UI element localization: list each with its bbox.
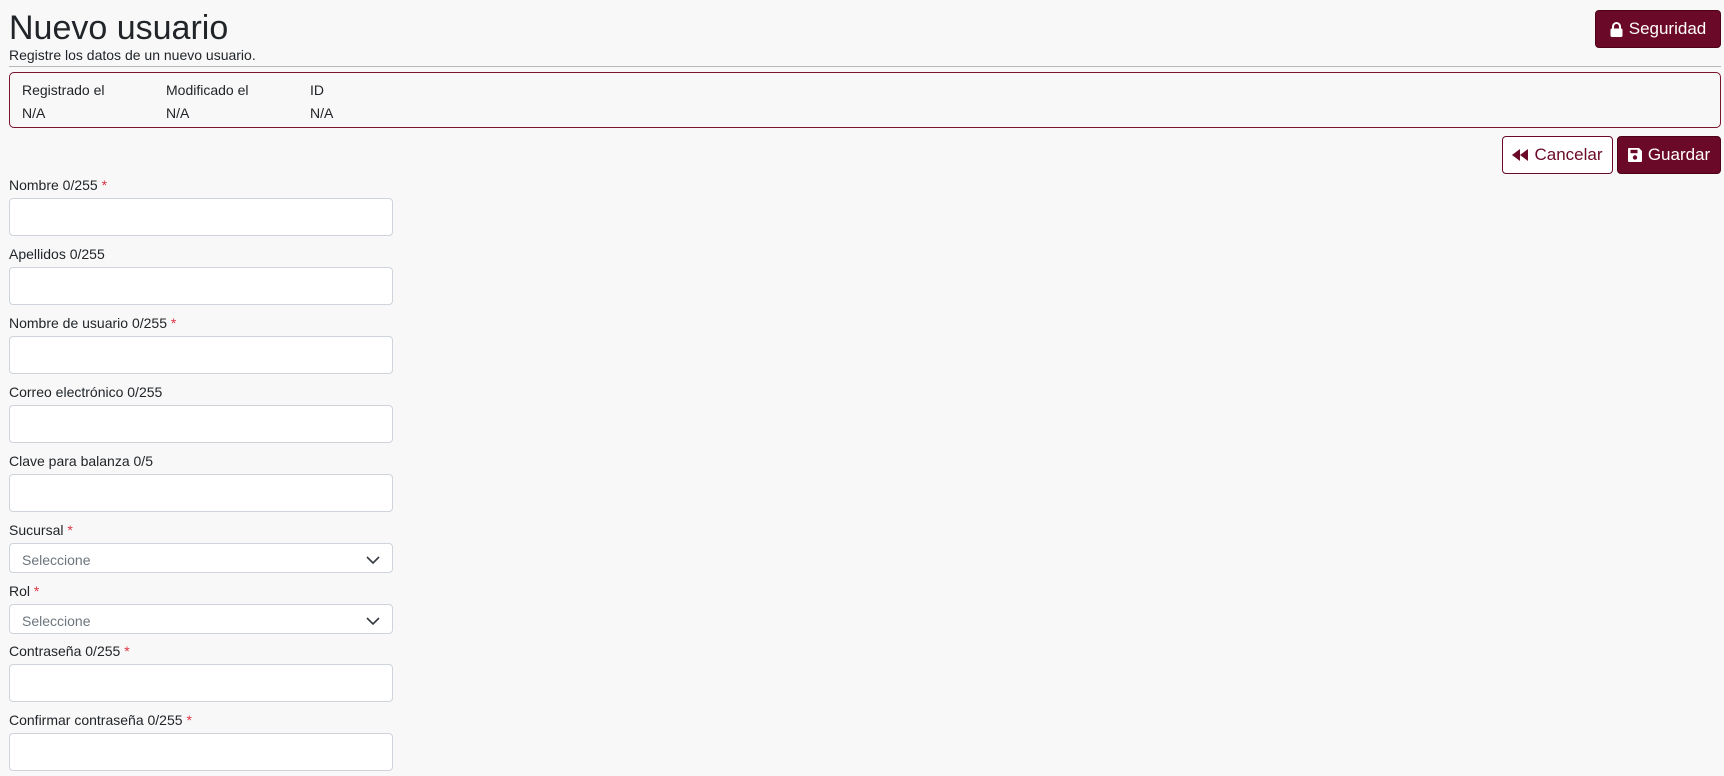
record-info-box: Registrado el N/A Modificado el N/A ID N… bbox=[9, 72, 1721, 128]
security-button[interactable]: Seguridad bbox=[1595, 10, 1721, 48]
contrasena-label: Contraseña 0/255 * bbox=[9, 642, 130, 660]
sucursal-select[interactable]: Seleccione bbox=[9, 543, 393, 573]
confirmar-label-text: Confirmar contraseña 0/255 bbox=[9, 712, 183, 728]
required-mark: * bbox=[124, 643, 130, 659]
usuario-label: Nombre de usuario 0/255 * bbox=[9, 314, 176, 332]
title-divider bbox=[9, 66, 1721, 67]
sucursal-select-value: Seleccione bbox=[22, 552, 91, 568]
apellidos-input[interactable] bbox=[9, 267, 393, 305]
modified-label: Modificado el bbox=[166, 82, 249, 98]
cancel-button-label: Cancelar bbox=[1534, 145, 1603, 164]
correo-input[interactable] bbox=[9, 405, 393, 443]
required-mark: * bbox=[67, 522, 73, 538]
nombre-label: Nombre 0/255 * bbox=[9, 176, 107, 194]
backward-icon bbox=[1512, 149, 1529, 161]
chevron-down-icon bbox=[366, 613, 380, 631]
registered-value: N/A bbox=[22, 105, 46, 121]
lock-icon bbox=[1610, 21, 1623, 37]
required-mark: * bbox=[186, 712, 192, 728]
save-button[interactable]: Guardar bbox=[1617, 136, 1721, 174]
apellidos-label-text: Apellidos 0/255 bbox=[9, 246, 105, 262]
sucursal-label: Sucursal * bbox=[9, 521, 73, 539]
contrasena-label-text: Contraseña 0/255 bbox=[9, 643, 121, 659]
apellidos-label: Apellidos 0/255 bbox=[9, 245, 105, 263]
required-mark: * bbox=[33, 583, 40, 599]
save-button-label: Guardar bbox=[1647, 145, 1711, 164]
registered-info: Registrado el N/A bbox=[22, 79, 105, 125]
chevron-down-icon bbox=[366, 552, 380, 570]
required-mark: * bbox=[170, 315, 177, 331]
page-title: Nuevo usuario bbox=[9, 9, 229, 47]
rol-select-value: Seleccione bbox=[22, 613, 91, 629]
modified-value: N/A bbox=[166, 105, 190, 121]
page-subtitle: Registre los datos de un nuevo usuario. bbox=[9, 47, 256, 63]
correo-label-text: Correo electrónico 0/255 bbox=[9, 384, 163, 400]
clave-balanza-label: Clave para balanza 0/5 bbox=[9, 452, 153, 470]
nombre-label-text: Nombre 0/255 bbox=[9, 177, 98, 193]
nombre-input[interactable] bbox=[9, 198, 393, 236]
rol-label: Rol * bbox=[9, 582, 39, 600]
id-label: ID bbox=[310, 82, 324, 98]
registered-label: Registrado el bbox=[22, 82, 105, 98]
sucursal-label-text: Sucursal bbox=[9, 522, 64, 538]
usuario-label-text: Nombre de usuario 0/255 bbox=[9, 315, 167, 331]
modified-info: Modificado el N/A bbox=[166, 79, 249, 125]
usuario-input[interactable] bbox=[9, 336, 393, 374]
clave-balanza-label-text: Clave para balanza 0/5 bbox=[9, 453, 153, 469]
security-button-label: Seguridad bbox=[1628, 19, 1707, 38]
confirmar-label: Confirmar contraseña 0/255 * bbox=[9, 711, 192, 729]
rol-label-text: Rol bbox=[9, 583, 31, 599]
rol-select[interactable]: Seleccione bbox=[9, 604, 393, 634]
id-info: ID N/A bbox=[310, 79, 333, 125]
id-value: N/A bbox=[310, 105, 334, 121]
floppy-disk-icon bbox=[1627, 148, 1642, 162]
cancel-button[interactable]: Cancelar bbox=[1502, 136, 1613, 174]
confirmar-input[interactable] bbox=[9, 733, 393, 771]
correo-label: Correo electrónico 0/255 bbox=[9, 383, 162, 401]
required-mark: * bbox=[101, 177, 108, 193]
contrasena-input[interactable] bbox=[9, 664, 393, 702]
clave-balanza-input[interactable] bbox=[9, 474, 393, 512]
